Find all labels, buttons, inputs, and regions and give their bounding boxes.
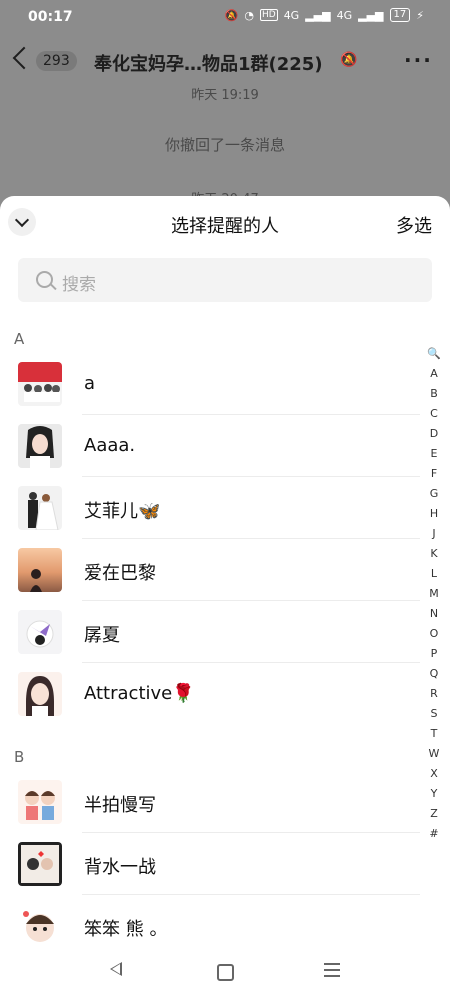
search-icon [36, 271, 53, 288]
index-letter[interactable]: C [424, 404, 444, 424]
index-letter[interactable]: M [424, 584, 444, 604]
avatar [18, 842, 62, 886]
index-letter[interactable]: R [424, 684, 444, 704]
search-input[interactable]: 搜索 [18, 258, 432, 302]
avatar-image [26, 620, 54, 648]
avatar [18, 610, 62, 654]
charging-icon: ⚡ [416, 8, 424, 22]
hd-icon: HD [259, 9, 278, 21]
contact-name: 爱在巴黎 [84, 563, 156, 584]
contact-row[interactable]: 艾菲儿🦋 [0, 477, 420, 539]
avatar [18, 362, 62, 406]
contact-name: a [84, 373, 96, 394]
signal-bars-icon: ▂▄▆ [305, 8, 331, 22]
avatar [18, 672, 62, 716]
index-letter[interactable]: # [424, 824, 444, 844]
section-header-b: B [14, 748, 25, 766]
index-letter[interactable]: E [424, 444, 444, 464]
mention-picker-sheet: 选择提醒的人 多选 搜索 A a Aaaa. 艾菲儿🦋 爱在巴黎 孱夏 Attr… [0, 196, 450, 1000]
index-letter[interactable]: N [424, 604, 444, 624]
index-letter[interactable]: K [424, 544, 444, 564]
chat-header: 293 奉化宝妈孕…物品1群(225) 🔕 ··· [0, 34, 450, 90]
unread-badge[interactable]: 293 [36, 51, 77, 71]
avatar [18, 424, 62, 468]
nav-home-icon[interactable] [217, 964, 234, 981]
signal-4g-icon: 4G [283, 8, 300, 22]
chat-title: 奉化宝妈孕…物品1群(225) [94, 54, 323, 75]
index-letter[interactable]: T [424, 724, 444, 744]
contact-row[interactable]: 孱夏 [0, 601, 420, 663]
sheet-title: 选择提醒的人 [171, 216, 279, 237]
avatar-image [21, 845, 59, 883]
index-letter[interactable]: Z [424, 804, 444, 824]
index-search-icon[interactable]: 🔍 [424, 344, 444, 364]
multi-select-button[interactable]: 多选 [396, 212, 432, 238]
index-letter[interactable]: G [424, 484, 444, 504]
section-header-a: A [14, 330, 25, 348]
search-placeholder: 搜索 [62, 275, 96, 295]
avatar [18, 486, 62, 530]
index-letter[interactable]: H [424, 504, 444, 524]
index-letter[interactable]: P [424, 644, 444, 664]
avatar-image [25, 791, 55, 820]
index-letter[interactable]: X [424, 764, 444, 784]
contact-row[interactable]: 背水一战 [0, 833, 420, 895]
contact-name: Aaaa. [84, 435, 136, 456]
index-letter[interactable]: O [424, 624, 444, 644]
contact-name: Attractive🌹 [84, 683, 195, 704]
alphabet-index[interactable]: 🔍 A B C D E F G H J K L M N O P Q R S T W X Y Z # [424, 344, 444, 844]
avatar-image [24, 384, 60, 402]
avatar-image [18, 424, 62, 468]
more-icon[interactable]: ··· [404, 48, 433, 72]
index-letter[interactable]: F [424, 464, 444, 484]
back-icon[interactable] [12, 46, 36, 70]
status-bar: 00:17 🔕 ◔ HD 4G ▂▄▆ 4G ▂▄▆ 17 ⚡ [0, 0, 450, 34]
contact-name: 笨笨 熊 。 [84, 919, 168, 940]
chat-background: 昨天 19:19 你撤回了一条消息 昨天 20:47 [0, 88, 450, 207]
contact-name: 背水一战 [84, 857, 156, 878]
contact-name: 孱夏 [84, 625, 120, 646]
status-time: 00:17 [28, 9, 73, 25]
index-letter[interactable]: W [424, 744, 444, 764]
mute-icon: 🔕 [224, 8, 239, 22]
battery-icon: 17 [389, 8, 411, 22]
index-letter[interactable]: L [424, 564, 444, 584]
signal-bars-icon: ▂▄▆ [358, 8, 384, 22]
nav-back-icon[interactable] [110, 962, 122, 976]
avatar-image [26, 676, 54, 716]
signal-4g-icon: 4G [336, 8, 353, 22]
contact-row[interactable]: Attractive🌹 [0, 663, 420, 725]
wifi-icon: ◔ [244, 8, 254, 22]
index-letter[interactable]: Q [424, 664, 444, 684]
bell-off-icon: 🔕 [340, 52, 358, 68]
chat-timestamp: 昨天 19:19 [191, 88, 259, 103]
index-letter[interactable]: D [424, 424, 444, 444]
avatar [18, 548, 62, 592]
index-letter[interactable]: A [424, 364, 444, 384]
contact-name: 半拍慢写 [84, 795, 156, 816]
system-nav-bar [0, 942, 450, 1000]
index-letter[interactable]: B [424, 384, 444, 404]
avatar-image [28, 492, 59, 530]
index-letter[interactable]: S [424, 704, 444, 724]
contact-row[interactable]: 爱在巴黎 [0, 539, 420, 601]
contact-row[interactable]: Aaaa. [0, 415, 420, 477]
avatar [18, 780, 62, 824]
index-letter[interactable]: J [424, 524, 444, 544]
contact-name: 艾菲儿🦋 [84, 501, 161, 522]
contact-row[interactable]: a [0, 353, 420, 415]
contact-row[interactable]: 半拍慢写 [0, 771, 420, 833]
avatar-image [30, 569, 42, 592]
status-icons: 🔕 ◔ HD 4G ▂▄▆ 4G ▂▄▆ 17 ⚡ [225, 8, 424, 22]
nav-recents-icon[interactable] [324, 963, 340, 981]
index-letter[interactable]: Y [424, 784, 444, 804]
recall-notice: 你撤回了一条消息 [164, 136, 285, 154]
